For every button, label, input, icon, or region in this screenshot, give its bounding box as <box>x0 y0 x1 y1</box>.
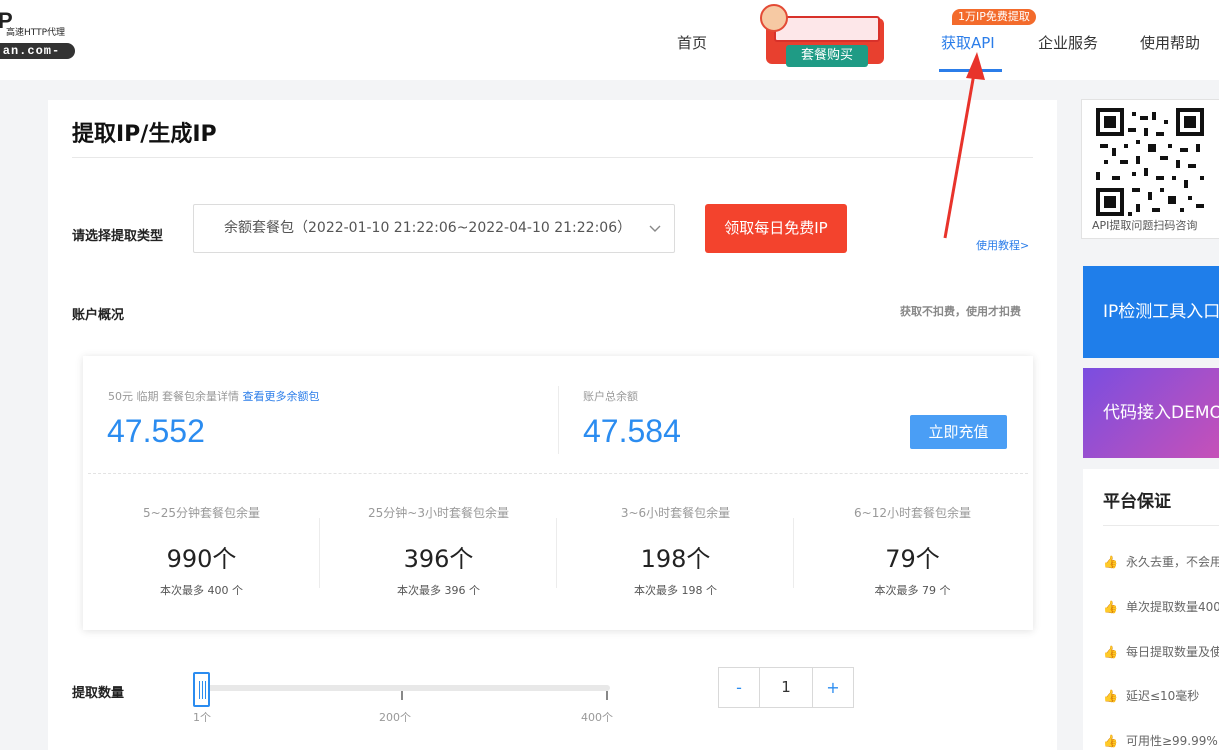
chevron-down-icon <box>648 205 662 272</box>
increment-button[interactable]: + <box>813 668 853 707</box>
type-select[interactable]: 余额套餐包（2022-01-10 21:22:06~2022-04-10 21:… <box>193 204 675 253</box>
type-select-value: 余额套餐包（2022-01-10 21:22:06~2022-04-10 21:… <box>224 220 632 236</box>
package-column-title: 3~6小时套餐包余量 <box>620 506 731 520</box>
package-column-note: 本次最多 198 个 <box>634 584 717 597</box>
title-divider <box>72 157 1033 158</box>
slider-tick <box>606 691 608 700</box>
guarantee-item: 👍 每日提取数量及使 <box>1103 643 1219 660</box>
main-panel: 提取IP/生成IP 请选择提取类型 余额套餐包（2022-01-10 21:22… <box>48 100 1057 750</box>
slider-tick <box>401 691 403 700</box>
thumbs-up-icon: 👍 <box>1103 555 1118 569</box>
quantity-label: 提取数量 <box>72 686 125 701</box>
package-column-value: 198个 <box>640 545 711 573</box>
page-title: 提取IP/生成IP <box>72 122 217 147</box>
package-column-value: 990个 <box>166 545 237 573</box>
promo-badge: 1万IP免费提取 <box>952 9 1036 25</box>
more-packages-link[interactable]: 查看更多余额包 <box>243 390 320 403</box>
quantity-stepper: - 1 + <box>718 667 854 708</box>
guarantee-item: 👍 延迟≤10毫秒 <box>1103 687 1199 704</box>
thumbs-up-icon: 👍 <box>1103 600 1118 614</box>
overview-label: 账户概况 <box>72 308 125 323</box>
guarantee-item-text: 可用性≥99.99% <box>1125 734 1218 748</box>
guarantee-item-text: 单次提取数量400 <box>1125 600 1219 614</box>
guarantee-item-text: 延迟≤10毫秒 <box>1125 689 1200 703</box>
code-demo-link[interactable]: 代码接入DEMO <box>1083 368 1219 458</box>
platform-guarantee-card: 平台保证 👍 永久去重，不会用 👍 单次提取数量400 👍 每日提取数量及使 👍 延迟≤… <box>1083 469 1219 750</box>
nav-enterprise[interactable]: 企业服务 <box>1038 32 1098 53</box>
package-column-title: 5~25分钟套餐包余量 <box>143 506 260 520</box>
qr-caption: API提取问题扫码咨询 <box>1092 219 1198 232</box>
recharge-button[interactable]: 立即充值 <box>910 415 1007 449</box>
package-column: 25分钟~3小时套餐包余量 396个 本次最多 396 个 <box>320 504 557 598</box>
balance-caption: 账户总余额 <box>583 390 638 403</box>
package-column-title: 6~12小时套餐包余量 <box>854 506 971 520</box>
account-balance-value: 47.584 <box>583 413 681 449</box>
free-ip-button[interactable]: 领取每日免费IP <box>705 204 847 253</box>
qr-code-icon <box>1096 108 1204 216</box>
package-column-note: 本次最多 79 个 <box>874 584 951 597</box>
top-header: P 高速HTTP代理 an.com- 首页 套餐购买 1万IP免费提取 获取AP… <box>0 0 1219 80</box>
account-stats-card: 50元 临期 套餐包余量详情 查看更多余额包 47.552 账户总余额 47.5… <box>83 356 1033 630</box>
package-caption-text: 50元 临期 套餐包余量详情 <box>108 390 239 403</box>
mascot-icon <box>760 4 788 32</box>
package-purchase-button[interactable]: 套餐购买 <box>786 45 868 67</box>
nav-help[interactable]: 使用帮助 <box>1140 32 1200 53</box>
guarantee-item: 👍 永久去重，不会用 <box>1103 553 1219 570</box>
guarantee-item: 👍 单次提取数量400 <box>1103 598 1219 615</box>
package-column: 6~12小时套餐包余量 79个 本次最多 79 个 <box>794 504 1031 598</box>
quantity-slider-handle[interactable] <box>193 672 210 707</box>
quantity-slider-track[interactable] <box>200 685 610 691</box>
package-column-value: 396个 <box>403 545 474 573</box>
package-column-note: 本次最多 400 个 <box>160 584 243 597</box>
package-balance-value: 47.552 <box>107 413 205 449</box>
guarantee-item-text: 每日提取数量及使 <box>1125 645 1219 659</box>
overview-note: 获取不扣费，使用才扣费 <box>900 305 1021 318</box>
qr-consult-card: API提取问题扫码咨询 <box>1081 99 1219 239</box>
guarantee-item: 👍 可用性≥99.99% <box>1103 732 1218 749</box>
type-label: 请选择提取类型 <box>72 229 164 244</box>
package-purchase-banner[interactable]: 套餐购买 <box>758 4 893 76</box>
decrement-button[interactable]: - <box>719 668 759 707</box>
stats-dashed-divider <box>88 473 1028 474</box>
guarantee-title: 平台保证 <box>1103 492 1171 512</box>
guarantee-item-text: 永久去重，不会用 <box>1125 555 1219 569</box>
package-column-note: 本次最多 396 个 <box>397 584 480 597</box>
thumbs-up-icon: 👍 <box>1103 645 1118 659</box>
package-column-title: 25分钟~3小时套餐包余量 <box>368 506 509 520</box>
nav-get-api[interactable]: 获取API <box>941 32 995 53</box>
thumbs-up-icon: 👍 <box>1103 689 1118 703</box>
nav-active-underline <box>939 69 1002 72</box>
nav-home[interactable]: 首页 <box>677 32 707 53</box>
package-column-value: 79个 <box>885 545 940 573</box>
slider-tick-label: 1个 <box>193 711 211 724</box>
ip-check-tool-link[interactable]: IP检测工具入口 <box>1083 266 1219 358</box>
package-caption: 50元 临期 套餐包余量详情 查看更多余额包 <box>108 388 320 404</box>
banner-panel <box>774 16 880 42</box>
slider-tick-label: 400个 <box>581 711 613 724</box>
stats-divider <box>558 386 559 454</box>
guarantee-divider <box>1103 525 1219 526</box>
logo-domain[interactable]: an.com- <box>0 43 75 59</box>
package-column: 5~25分钟套餐包余量 990个 本次最多 400 个 <box>83 504 320 598</box>
thumbs-up-icon: 👍 <box>1103 734 1118 748</box>
quantity-input[interactable]: 1 <box>759 668 813 707</box>
package-column: 3~6小时套餐包余量 198个 本次最多 198 个 <box>557 504 794 598</box>
slider-tick-label: 200个 <box>379 711 411 724</box>
tutorial-link[interactable]: 使用教程> <box>976 237 1029 253</box>
logo-tagline: 高速HTTP代理 <box>6 28 66 38</box>
